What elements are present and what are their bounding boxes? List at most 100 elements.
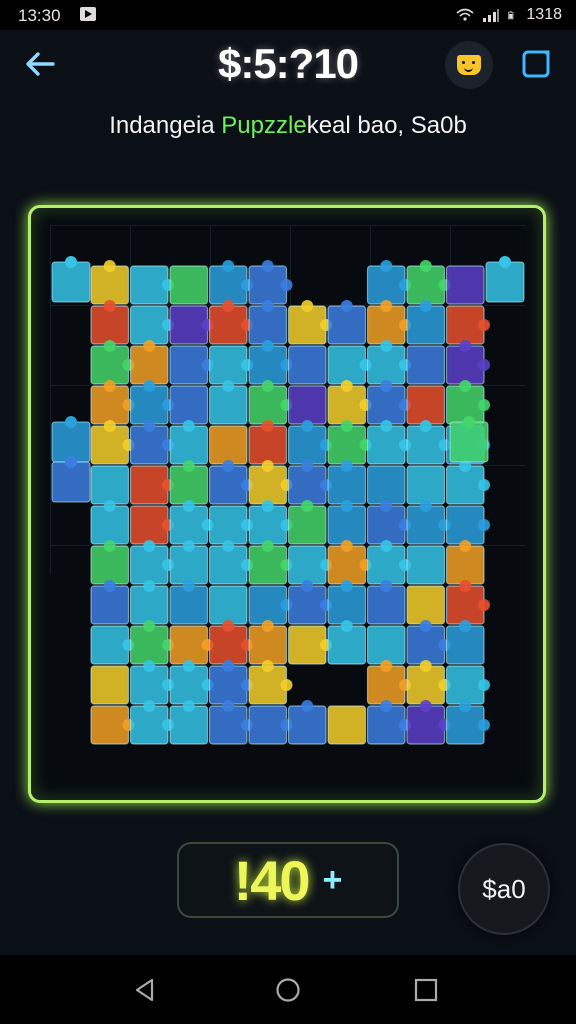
nav-home-button[interactable] [271, 973, 305, 1007]
puzzle-piece[interactable] [287, 420, 333, 465]
nav-back-button[interactable] [128, 973, 162, 1007]
puzzle-piece[interactable] [287, 500, 327, 545]
puzzle-piece[interactable] [406, 545, 446, 585]
puzzle-piece[interactable] [445, 505, 491, 545]
puzzle-piece[interactable] [129, 420, 175, 465]
puzzle-piece[interactable] [169, 305, 214, 345]
puzzle-piece[interactable] [169, 700, 209, 745]
puzzle-piece[interactable] [129, 265, 175, 305]
puzzle-piece[interactable] [327, 580, 367, 625]
puzzle-piece[interactable] [445, 700, 491, 745]
puzzle-piece[interactable] [327, 540, 372, 585]
puzzle-piece[interactable] [208, 540, 254, 585]
puzzle-piece[interactable] [248, 585, 293, 625]
puzzle-piece[interactable] [129, 380, 175, 425]
puzzle-piece[interactable] [208, 300, 254, 345]
puzzle-piece[interactable] [327, 380, 372, 425]
puzzle-piece[interactable] [129, 580, 169, 625]
puzzle-piece[interactable] [90, 540, 130, 585]
puzzle-piece[interactable] [327, 420, 372, 465]
puzzle-piece[interactable] [327, 460, 367, 505]
puzzle-piece[interactable] [248, 620, 288, 665]
puzzle-piece[interactable] [90, 260, 130, 305]
puzzle-piece[interactable] [90, 465, 130, 505]
puzzle-piece[interactable] [248, 500, 293, 545]
puzzle-piece[interactable] [90, 625, 135, 665]
puzzle-piece[interactable] [129, 305, 175, 345]
puzzle-piece[interactable] [90, 665, 130, 705]
puzzle-piece[interactable] [445, 265, 485, 305]
puzzle-piece[interactable] [445, 340, 491, 385]
puzzle-piece[interactable] [445, 460, 491, 505]
puzzle-piece[interactable] [287, 300, 333, 345]
puzzle-piece[interactable] [445, 620, 485, 665]
puzzle-piece[interactable] [445, 540, 485, 585]
puzzle-piece[interactable] [366, 260, 412, 305]
puzzle-piece[interactable] [129, 340, 169, 385]
puzzle-piece[interactable] [90, 580, 130, 625]
puzzle-piece[interactable] [406, 585, 446, 625]
puzzle-piece[interactable] [445, 665, 491, 705]
puzzle-piece[interactable] [129, 540, 175, 585]
puzzle-piece[interactable] [327, 620, 367, 665]
puzzle-piece[interactable] [208, 620, 254, 665]
puzzle-piece[interactable] [208, 380, 248, 425]
puzzle-piece[interactable] [129, 700, 175, 745]
puzzle-piece[interactable] [366, 540, 412, 585]
puzzle-piece[interactable] [208, 660, 254, 705]
puzzle-piece[interactable] [366, 580, 406, 625]
puzzle-piece[interactable] [90, 300, 130, 345]
puzzle-piece[interactable] [327, 500, 367, 545]
puzzle-piece[interactable] [248, 420, 288, 465]
puzzle-piece[interactable] [90, 380, 135, 425]
puzzle-piece[interactable] [445, 380, 491, 425]
puzzle-piece[interactable] [327, 300, 367, 345]
puzzle-piece[interactable] [366, 660, 412, 705]
puzzle-piece[interactable] [208, 345, 254, 385]
puzzle-piece[interactable] [169, 385, 209, 425]
puzzle-piece[interactable] [406, 660, 451, 705]
puzzle-piece[interactable] [406, 465, 446, 505]
nav-recents-button[interactable] [409, 973, 443, 1007]
puzzle-piece[interactable] [406, 300, 446, 345]
puzzle-piece[interactable] [208, 260, 254, 305]
puzzle-piece[interactable] [287, 700, 327, 745]
puzzle-piece[interactable] [406, 345, 446, 385]
puzzle-piece[interactable] [169, 265, 209, 305]
puzzle-piece[interactable] [169, 500, 214, 545]
puzzle-piece[interactable] [248, 380, 293, 425]
puzzle-piece[interactable] [366, 465, 406, 505]
puzzle-piece[interactable] [445, 580, 491, 625]
puzzle-piece[interactable] [366, 380, 412, 425]
puzzle-piece[interactable] [90, 500, 130, 545]
puzzle-piece[interactable] [129, 465, 175, 505]
coin-panel[interactable]: !40 + [177, 842, 399, 918]
puzzle-piece[interactable] [366, 700, 412, 745]
puzzle-piece[interactable] [248, 460, 293, 505]
puzzle-piece[interactable] [287, 580, 333, 625]
puzzle-piece[interactable] [129, 505, 175, 545]
puzzle-piece[interactable] [327, 705, 367, 745]
puzzle-piece[interactable] [287, 345, 327, 385]
puzzle-piece[interactable] [129, 660, 175, 705]
puzzle-piece[interactable] [406, 385, 446, 425]
puzzle-piece[interactable] [208, 585, 248, 625]
puzzle-piece[interactable] [169, 580, 209, 625]
puzzle-piece[interactable] [406, 500, 451, 545]
puzzle-piece[interactable] [406, 260, 451, 305]
puzzle-piece[interactable] [248, 705, 293, 745]
puzzle-piece[interactable] [248, 300, 288, 345]
puzzle-piece[interactable] [366, 420, 412, 465]
shop-button[interactable]: $a0 [458, 843, 550, 935]
puzzle-piece[interactable] [366, 300, 412, 345]
puzzle-piece[interactable] [90, 420, 135, 465]
puzzle-piece[interactable] [366, 340, 412, 385]
hint-button[interactable] [445, 41, 493, 89]
menu-button[interactable] [520, 48, 552, 80]
puzzle-piece[interactable] [406, 700, 451, 745]
puzzle-piece[interactable] [169, 540, 209, 585]
puzzle-piece[interactable] [208, 700, 254, 745]
puzzle-piece[interactable] [169, 345, 214, 385]
puzzle-piece[interactable] [327, 345, 372, 385]
puzzle-piece[interactable] [366, 500, 412, 545]
